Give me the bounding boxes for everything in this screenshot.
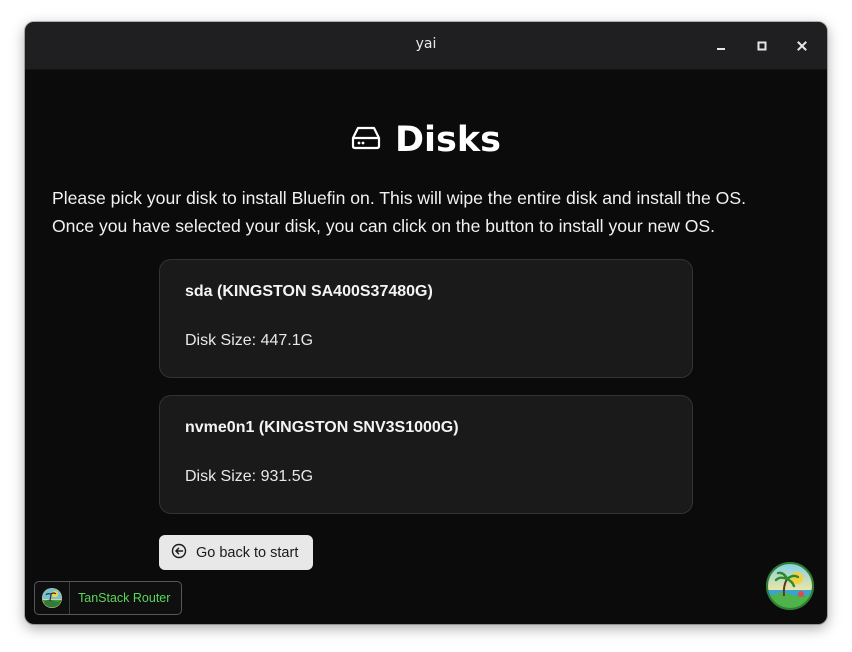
tropical-island-logo-icon[interactable] (766, 562, 814, 610)
close-icon (796, 40, 808, 52)
tanstack-router-devtools-button[interactable]: TanStack Router (34, 581, 182, 615)
minimize-button[interactable] (708, 33, 734, 59)
titlebar[interactable]: yai (25, 22, 827, 70)
hard-drive-icon (351, 125, 381, 155)
disk-option-sda[interactable]: sda (KINGSTON SA400S37480G) Disk Size: 4… (159, 259, 693, 378)
app-window: yai Disks Please pick your disk to insta… (25, 22, 827, 624)
tanstack-logo-icon (35, 582, 70, 614)
go-back-label: Go back to start (196, 544, 299, 561)
minimize-icon (715, 40, 727, 52)
disk-size: Disk Size: 447.1G (185, 332, 314, 349)
disk-size: Disk Size: 931.5G (185, 468, 314, 485)
tanstack-router-label: TanStack Router (78, 591, 171, 605)
disk-name: sda (KINGSTON SA400S37480G) (185, 283, 433, 300)
disk-name: nvme0n1 (KINGSTON SNV3S1000G) (185, 419, 459, 436)
maximize-button[interactable] (749, 33, 775, 59)
close-button[interactable] (789, 33, 815, 59)
page-description: Please pick your disk to install Bluefin… (52, 184, 812, 240)
go-back-button[interactable]: Go back to start (159, 535, 313, 570)
window-title: yai (415, 36, 437, 52)
page-heading: Disks (25, 120, 827, 160)
description-line: Once you have selected your disk, you ca… (52, 216, 716, 236)
description-line: Please pick your disk to install Bluefin… (52, 188, 746, 208)
main-content: Disks Please pick your disk to install B… (25, 70, 827, 624)
disk-option-nvme0n1[interactable]: nvme0n1 (KINGSTON SNV3S1000G) Disk Size:… (159, 395, 693, 514)
arrow-left-circle-icon (171, 543, 187, 563)
page-title: Disks (395, 120, 501, 160)
maximize-icon (756, 40, 768, 52)
